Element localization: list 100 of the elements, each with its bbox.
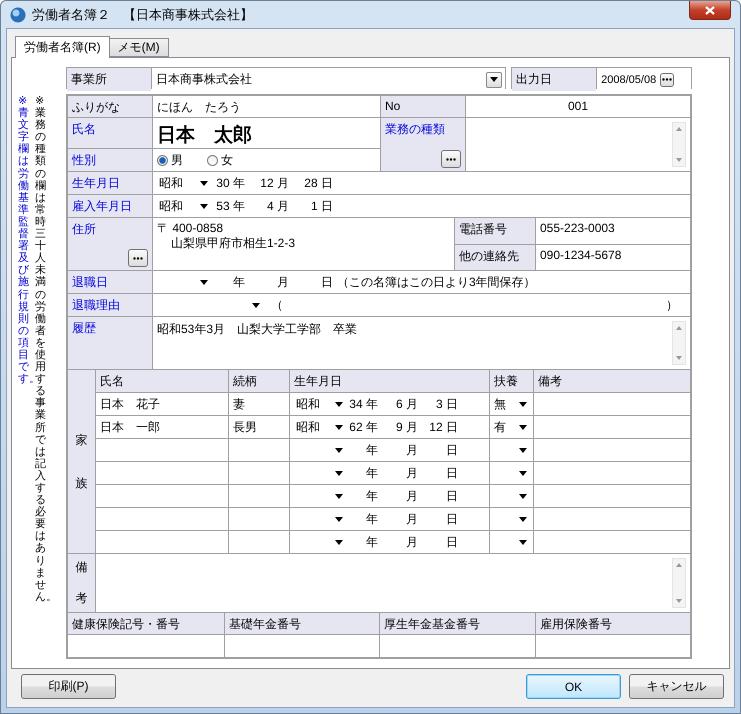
date-value: 2008/05/08 [600,74,656,86]
scrollbar[interactable] [672,321,686,365]
date-number: 9 [396,420,403,434]
input-field[interactable] [225,635,379,657]
close-button[interactable] [689,1,731,20]
date-unit: 年 [364,396,378,410]
field-label: ふりがな [68,96,152,117]
office-dropdown[interactable]: 日本商事株式会社 [152,68,506,91]
ellipsis-icon [446,158,456,160]
dropdown-arrow-icon[interactable] [200,280,208,284]
dropdown-button[interactable] [486,72,502,88]
dropdown-arrow-icon[interactable] [335,516,343,522]
furigana-value: にほん たろう [153,96,380,117]
date-unit: 年 [366,466,378,480]
tab[interactable]: 労働者名簿(R) [15,36,110,58]
dropdown-arrow-icon[interactable] [519,448,527,452]
scrollbar[interactable] [672,122,686,167]
column-header: 雇用保険番号 [536,613,690,634]
radio-label: 男 [171,152,183,168]
history-field[interactable]: 昭和53年3月 山梨大学工学部 卒業 [153,317,690,369]
ellipsis-icon [133,256,143,260]
dropdown-arrow-icon[interactable] [519,402,527,406]
date-unit: 月 [276,198,289,212]
dropdown-arrow-icon[interactable] [200,204,208,208]
window-title: 労働者名簿２ 【日本商事株式会社】 [32,6,253,24]
dropdown-arrow-icon[interactable] [335,540,343,544]
date-unit: 月 [277,274,289,288]
radio-button[interactable] [207,154,218,166]
dropdown-arrow-icon[interactable] [200,180,208,186]
scroll-down-icon[interactable] [676,158,682,162]
dropdown-arrow-icon[interactable] [519,470,527,476]
dialog-button[interactable]: 印刷(P) [21,674,116,699]
input-field[interactable] [536,635,690,657]
date-number: 3 [436,396,443,410]
era-value: 昭和 [159,198,183,212]
date-number: 12 [260,176,274,190]
date-field[interactable]: 出力日 2008/05/08 [511,67,692,89]
column-header: 扶養 [490,370,533,392]
radio-label: 女 [221,152,233,168]
table-cell: 日本 花子 [96,393,228,415]
date-number: 12 [429,420,443,434]
dropdown-arrow-icon[interactable] [335,448,343,452]
scrollbar[interactable] [672,558,686,608]
field-label: 事業所 [67,68,151,91]
date-unit: 日 [444,396,458,410]
date-number: 53 [216,198,230,212]
dropdown-arrow-icon[interactable] [335,470,343,476]
input-field[interactable] [68,635,224,657]
job-type-field[interactable] [466,118,690,171]
scroll-up-icon[interactable] [676,563,682,567]
ellipsis-icon [662,78,672,81]
browse-button[interactable] [660,72,674,86]
dropdown-arrow-icon[interactable] [335,494,343,498]
address-value: 山梨県甲府市相生1-2-3 [170,236,296,250]
date-unit: 月 [406,512,418,526]
field-label: 履歴 [68,317,152,369]
date-unit: 年 [366,534,378,548]
date-unit: 月 [406,442,418,456]
dropdown-arrow-icon[interactable] [519,540,527,544]
date-number: 6 [396,396,403,410]
field-label: 住所 [68,218,152,270]
date-unit: 日 [320,176,333,190]
dropdown-arrow-icon[interactable] [519,424,527,430]
radio-button[interactable] [157,154,168,166]
tab[interactable]: メモ(M) [108,38,169,57]
table-cell: 妻 [229,393,289,415]
section-label: 考 [76,590,88,607]
field-label: 生年月日 [68,172,152,194]
dropdown-arrow-icon[interactable] [519,494,527,498]
scroll-down-icon[interactable] [676,599,682,603]
section-label: 族 [76,474,88,492]
date-number: 34 [349,396,363,410]
scroll-up-icon[interactable] [676,326,682,330]
scroll-up-icon[interactable] [676,127,682,131]
dialog-button[interactable]: キャンセル [629,674,724,699]
column-header: 生年月日 [290,370,489,392]
date-unit: 日 [446,466,458,480]
dialog-button[interactable]: OK [526,674,621,699]
date-number: 28 [304,176,318,190]
field-label: No [381,96,465,117]
number-value: 001 [466,96,690,117]
browse-button[interactable] [128,249,148,267]
dropdown-arrow-icon[interactable] [335,424,343,430]
date-unit: 日 [446,534,458,548]
dropdown-arrow-icon[interactable] [252,302,260,308]
section-label: 家 [76,432,88,448]
dropdown-arrow-icon[interactable] [519,516,527,522]
dropdown-arrow-icon[interactable] [335,402,343,406]
dependent-value: 無 [494,396,506,410]
date-unit: 年 [364,420,378,434]
input-field[interactable] [380,635,535,657]
field-label: 氏名 [68,118,152,148]
date-unit: 月 [276,176,289,190]
browse-button[interactable] [441,150,461,168]
scroll-down-icon[interactable] [676,356,682,360]
remarks-field[interactable] [96,554,690,612]
date-unit: 年 [232,176,245,190]
phone-value: 090-1234-5678 [536,245,690,270]
field-label: 退職理由 [68,294,152,316]
globe-icon [10,6,26,22]
